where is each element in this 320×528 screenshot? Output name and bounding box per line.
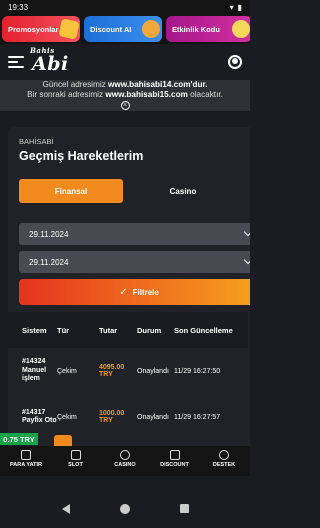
gift-icon [58,18,80,40]
recents-icon[interactable] [179,504,189,513]
nav-label: SLOT [68,462,83,468]
history-card: BAHİSABİ Geçmiş Hareketlerim Finansal Ca… [8,127,250,458]
breadcrumb: BAHİSABİ [19,137,54,146]
slot-icon [70,450,81,460]
date-to-value: 29.11.2024 [29,257,69,267]
cell-tutar: 4095.00 TRY [99,364,125,378]
nav-discount[interactable]: DISCOUNT [153,450,197,476]
notice-url: www.bahisabi15.com [105,90,188,99]
headset-icon [219,450,229,460]
chip-icon [120,450,130,460]
logo-small: Bahis [30,46,55,55]
nav-label: CASINO [114,462,136,468]
filter-label: Filtrele [132,287,159,297]
user-icon[interactable] [228,55,242,69]
table-header: Sistem Tür Tutar Durum Son Güncelleme [8,312,248,348]
logo[interactable]: Bahis Abi [30,46,69,75]
cell-sistem: #14317 Payfix Oto [22,408,57,425]
scroll-tab[interactable] [54,435,72,446]
chevron-down-icon [243,227,250,237]
cell-sistem: #14324 Manuel işlem [22,358,47,383]
cell-tutar: 1000.00 TRY [99,410,125,424]
cell-durum: Onaylandı [137,413,169,421]
battery-icon: ▮ [237,2,242,12]
chevron-down-icon [243,255,250,265]
cell-guncelleme: 11/29 16:27:57 [174,413,221,421]
nav-destek[interactable]: DESTEK [202,450,246,476]
address-notice: Güncel adresimiz www.bahisabi14.com'dur.… [0,80,250,111]
notice-text: Bir sonraki adresimiz [27,90,104,99]
back-icon[interactable] [61,504,70,514]
system-nav [0,476,250,528]
close-icon[interactable]: × [120,101,130,110]
notice-suffix: olacaktır. [190,90,223,99]
promo-label: Discount AI [90,24,132,34]
cell-guncelleme: 11/29 16:27:50 [174,367,221,375]
app-header: Bahis Abi [0,44,250,80]
coin-icon [142,20,160,38]
nav-label: PARA YATIR [10,462,42,468]
home-icon[interactable] [119,504,130,514]
status-time: 19:33 [8,2,29,12]
status-bar: 19:33 ▾ ▮ [0,0,250,14]
cell-tur: Çekim [57,413,77,421]
cell-durum: Onaylandı [137,367,169,375]
promo-label: Etkinlik Kodu [172,24,220,34]
gift-icon [169,450,180,460]
notice-suffix: 'dur. [190,80,208,89]
history-tabs: Finansal Casino [19,179,250,203]
promo-promosyonlar[interactable]: Promosyonlar [2,16,80,42]
promo-etkinlik-kodu[interactable]: Etkinlik Kodu [166,16,250,42]
col-tutar: Tutar [99,325,118,335]
col-son-guncelleme: Son Güncelleme [174,325,233,335]
nav-label: DISCOUNT [160,462,189,468]
cell-tur: Çekim [57,367,77,375]
nav-casino[interactable]: CASINO [103,450,147,476]
filter-button[interactable]: ✓ Filtrele [19,279,250,305]
promo-discount-ai[interactable]: Discount AI [84,16,162,42]
status-icons: ▾ ▮ [230,3,242,12]
tab-finansal[interactable]: Finansal [19,179,123,203]
date-from-select[interactable]: 29.11.2024 [19,223,250,245]
notice-line1: Güncel adresimiz www.bahisabi14.com'dur. [0,80,250,90]
date-from-value: 29.11.2024 [29,229,69,239]
col-tur: Tür [57,325,70,335]
balance-badge[interactable]: 0.75 TRY [0,433,38,445]
page: 19:33 ▾ ▮ Promosyonlar Discount AI Etkin… [0,0,250,528]
notice-text: Güncel adresimiz [42,80,106,89]
wifi-icon: ▾ [229,2,234,12]
badge-icon [232,20,250,38]
nav-label: DESTEK [212,462,236,468]
notice-url: www.bahisabi14.com [108,80,191,89]
logo-text: Abi [32,53,69,75]
check-icon: ✓ [119,286,128,298]
nav-para-yatir[interactable]: PARA YATIR [4,450,48,476]
history-table: Sistem Tür Tutar Durum Son Güncelleme #1… [8,312,248,440]
page-title: Geçmiş Hareketlerim [19,149,144,163]
date-to-select[interactable]: 29.11.2024 [19,251,250,273]
menu-icon[interactable] [8,56,24,68]
col-durum: Durum [137,325,162,335]
col-sistem: Sistem [22,325,47,335]
table-row: #14324 Manuel işlem Çekim 4095.00 TRY On… [8,348,248,394]
bottom-nav: PARA YATIR SLOT CASINO DISCOUNT DESTEK [0,446,250,476]
promo-label: Promosyonlar [8,24,59,34]
nav-slot[interactable]: SLOT [54,450,98,476]
wallet-icon [21,450,31,460]
tab-casino[interactable]: Casino [123,179,243,203]
promo-strip: Promosyonlar Discount AI Etkinlik Kodu [0,14,250,44]
notice-line2: Bir sonraki adresimiz www.bahisabi15.com… [0,90,250,100]
table-row: #14317 Payfix Oto Çekim 1000.00 TRY Onay… [8,394,248,440]
